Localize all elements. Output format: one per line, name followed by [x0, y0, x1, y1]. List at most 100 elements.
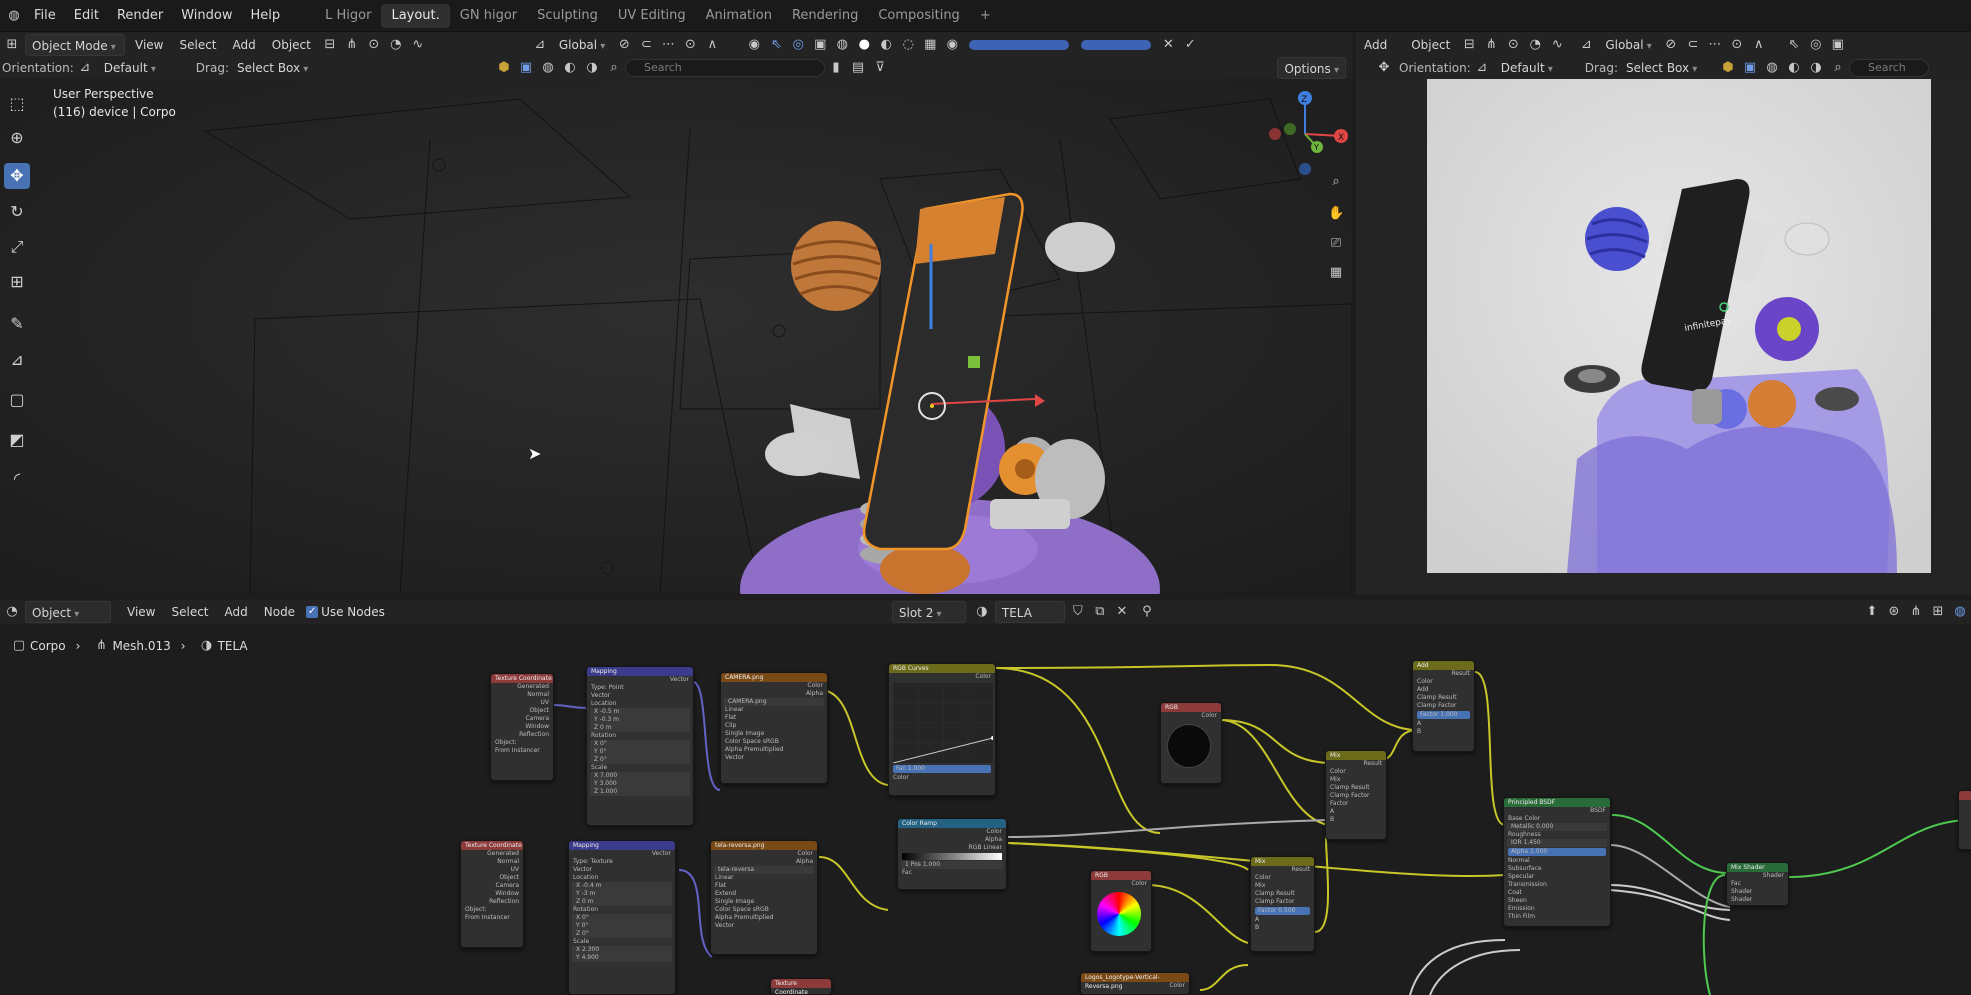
node-field[interactable]: Y -0.3 m: [590, 716, 690, 724]
shading-wire-icon[interactable]: ◍: [834, 37, 850, 53]
node-principled-bsdf[interactable]: Principled BSDF BSDF Base Color Metallic…: [1503, 797, 1611, 927]
menu-help[interactable]: Help: [242, 0, 290, 31]
orientation-dropdown[interactable]: Default: [98, 57, 182, 79]
node-field[interactable]: Clip: [721, 722, 827, 730]
annotate-tool-icon[interactable]: ✎: [4, 311, 30, 337]
slot-dropdown[interactable]: Slot 2: [891, 601, 966, 623]
node-checkbox[interactable]: Clamp Result: [1413, 694, 1474, 702]
node-menu-add[interactable]: Add: [219, 601, 254, 623]
layout-icon[interactable]: ▤: [850, 60, 866, 76]
color-wheel-2[interactable]: [1097, 892, 1141, 936]
node-mapping-2[interactable]: Mapping Vector Type: Texture Vector Loca…: [568, 840, 676, 995]
curve-graph[interactable]: [893, 683, 993, 763]
node-field[interactable]: Object:: [491, 739, 553, 747]
filter-mesh-icon[interactable]: ◍: [540, 60, 556, 76]
render-region-icon[interactable]: ▦: [922, 37, 938, 53]
material-name-field[interactable]: TELA: [994, 601, 1065, 623]
filter-icon[interactable]: ⊽: [872, 60, 888, 76]
overlay-toggle-icon[interactable]: ◔: [388, 37, 404, 53]
right-proportional-icon[interactable]: ⊙: [1505, 37, 1521, 53]
snap-node-icon[interactable]: ⊛: [1886, 604, 1902, 620]
right-gizmo-icon[interactable]: ⇖: [1786, 37, 1802, 53]
node-texture-coordinate-1[interactable]: Texture Coordinate Generated Normal UV O…: [490, 673, 554, 781]
right-overlays-icon[interactable]: ◎: [1808, 37, 1824, 53]
node-checkbox[interactable]: Clamp Result: [1251, 890, 1314, 898]
zoom-icon[interactable]: ⌕: [1328, 174, 1344, 190]
node-image-logo[interactable]: Logos_Logotype-Vertical-Reversa.png Colo…: [1080, 972, 1190, 995]
factor-slider[interactable]: Factor 1.000: [1417, 711, 1470, 719]
transform-orientation-dropdown[interactable]: Global: [553, 34, 611, 56]
node-field[interactable]: Type: Texture: [569, 858, 675, 866]
fake-user-icon[interactable]: ⛉: [1070, 604, 1086, 620]
proportional-icon[interactable]: ⊙: [366, 37, 382, 53]
node-field[interactable]: Z 0°: [590, 756, 690, 764]
node-editor-type-icon[interactable]: ◔: [4, 604, 20, 620]
unlink-material-icon[interactable]: ✕: [1114, 604, 1130, 620]
right-orientation-dropdown[interactable]: Default: [1495, 57, 1575, 79]
node-panel[interactable]: Transmission: [1504, 881, 1610, 889]
node-field[interactable]: 1 Pos 1.000: [901, 861, 1003, 869]
right-falloff-icon[interactable]: ∧: [1751, 37, 1767, 53]
node-panel[interactable]: Sheen: [1504, 897, 1610, 905]
mode-dropdown[interactable]: Object Mode: [25, 33, 125, 56]
node-rgb-curves[interactable]: RGB Curves Color Fac 1.000 Color: [888, 663, 996, 796]
shading-solid-icon[interactable]: ●: [856, 37, 872, 53]
menu-view[interactable]: View: [129, 34, 169, 56]
right-proportional-edit-icon[interactable]: ⊙: [1729, 37, 1745, 53]
node-field[interactable]: Z 1.000: [590, 788, 690, 796]
right-filter-camera-icon[interactable]: ◑: [1808, 60, 1824, 76]
close-icon[interactable]: ✕: [1160, 37, 1176, 53]
node-field[interactable]: Object:: [461, 906, 523, 914]
snap-icon[interactable]: ⊟: [322, 37, 338, 53]
node-field[interactable]: Y -3 m: [572, 890, 672, 898]
workspace-tab-gn-higor[interactable]: GN higor: [450, 4, 527, 28]
eye-icon[interactable]: ◉: [944, 37, 960, 53]
render-viewport[interactable]: infinitepay: [1356, 79, 1971, 594]
node-field[interactable]: X -0.4 m: [572, 882, 672, 890]
fac-slider[interactable]: Fac 1.000: [893, 765, 991, 773]
node-menu-view[interactable]: View: [121, 601, 161, 623]
editor-type-icon[interactable]: ⊞: [4, 37, 20, 53]
node-canvas[interactable]: Texture Coordinate Generated Normal UV O…: [0, 660, 1971, 995]
pin-icon[interactable]: ⚲: [1139, 604, 1155, 620]
viewport-3d[interactable]: User Perspective (116) device | Corpo ⬚ …: [0, 79, 1352, 594]
node-mix-1[interactable]: Mix Result Color Mix Clamp Result Clamp …: [1325, 750, 1387, 840]
transform-orientation-icon[interactable]: ⊿: [532, 37, 548, 53]
node-menu-select[interactable]: Select: [165, 601, 214, 623]
right-orientation-icon[interactable]: ⊿: [1578, 37, 1594, 53]
node-color-ramp[interactable]: Color Ramp Color Alpha RGB Linear 1 Pos …: [897, 818, 1007, 890]
workspace-tab-sculpting[interactable]: Sculpting: [527, 4, 608, 28]
node-field[interactable]: Y 0°: [590, 748, 690, 756]
falloff-icon[interactable]: ∧: [704, 37, 720, 53]
duplicate-material-icon[interactable]: ⧉: [1092, 604, 1108, 620]
curve-tool-icon[interactable]: ◜: [4, 466, 30, 492]
node-panel[interactable]: Emission: [1504, 905, 1610, 913]
right-search-input[interactable]: Search: [1848, 59, 1929, 77]
node-field[interactable]: X -0.5 m: [590, 708, 690, 716]
filter-camera-icon[interactable]: ◑: [584, 60, 600, 76]
node-field[interactable]: Single Image: [721, 730, 827, 738]
workspace-tab-l-higor[interactable]: L Higor: [315, 4, 381, 28]
node-field[interactable]: Linear: [711, 874, 817, 882]
node-field[interactable]: X 0°: [590, 740, 690, 748]
gradient-bar[interactable]: [902, 853, 1002, 860]
right-snapping-icon[interactable]: ⊂: [1685, 37, 1701, 53]
ortho-grid-icon[interactable]: ▦: [1328, 265, 1344, 281]
node-field[interactable]: Color: [1413, 678, 1474, 686]
rotate-tool-icon[interactable]: ↻: [4, 199, 30, 225]
node-field[interactable]: Y 3.000: [590, 780, 690, 788]
pan-hand-icon[interactable]: ✋: [1328, 206, 1344, 222]
node-panel[interactable]: Specular: [1504, 873, 1610, 881]
drag-dropdown[interactable]: Select Box: [231, 57, 331, 79]
node-field[interactable]: From Instancer: [461, 914, 523, 922]
collapse-arrow-icon[interactable]: ‹: [1348, 94, 1352, 110]
transform-tool-icon[interactable]: ⊞: [4, 269, 30, 295]
menu-file[interactable]: File: [25, 0, 65, 31]
node-output-partial[interactable]: [1958, 790, 1971, 850]
xray-icon[interactable]: ▣: [812, 37, 828, 53]
bookmark-icon[interactable]: ▮: [828, 60, 844, 76]
node-field[interactable]: X 2.300: [572, 946, 672, 954]
right-pivot-icon[interactable]: ⊘: [1663, 37, 1679, 53]
node-texture-coordinate-2[interactable]: Texture Coordinate Generated Normal UV O…: [460, 840, 524, 948]
node-menu-node[interactable]: Node: [258, 601, 301, 623]
